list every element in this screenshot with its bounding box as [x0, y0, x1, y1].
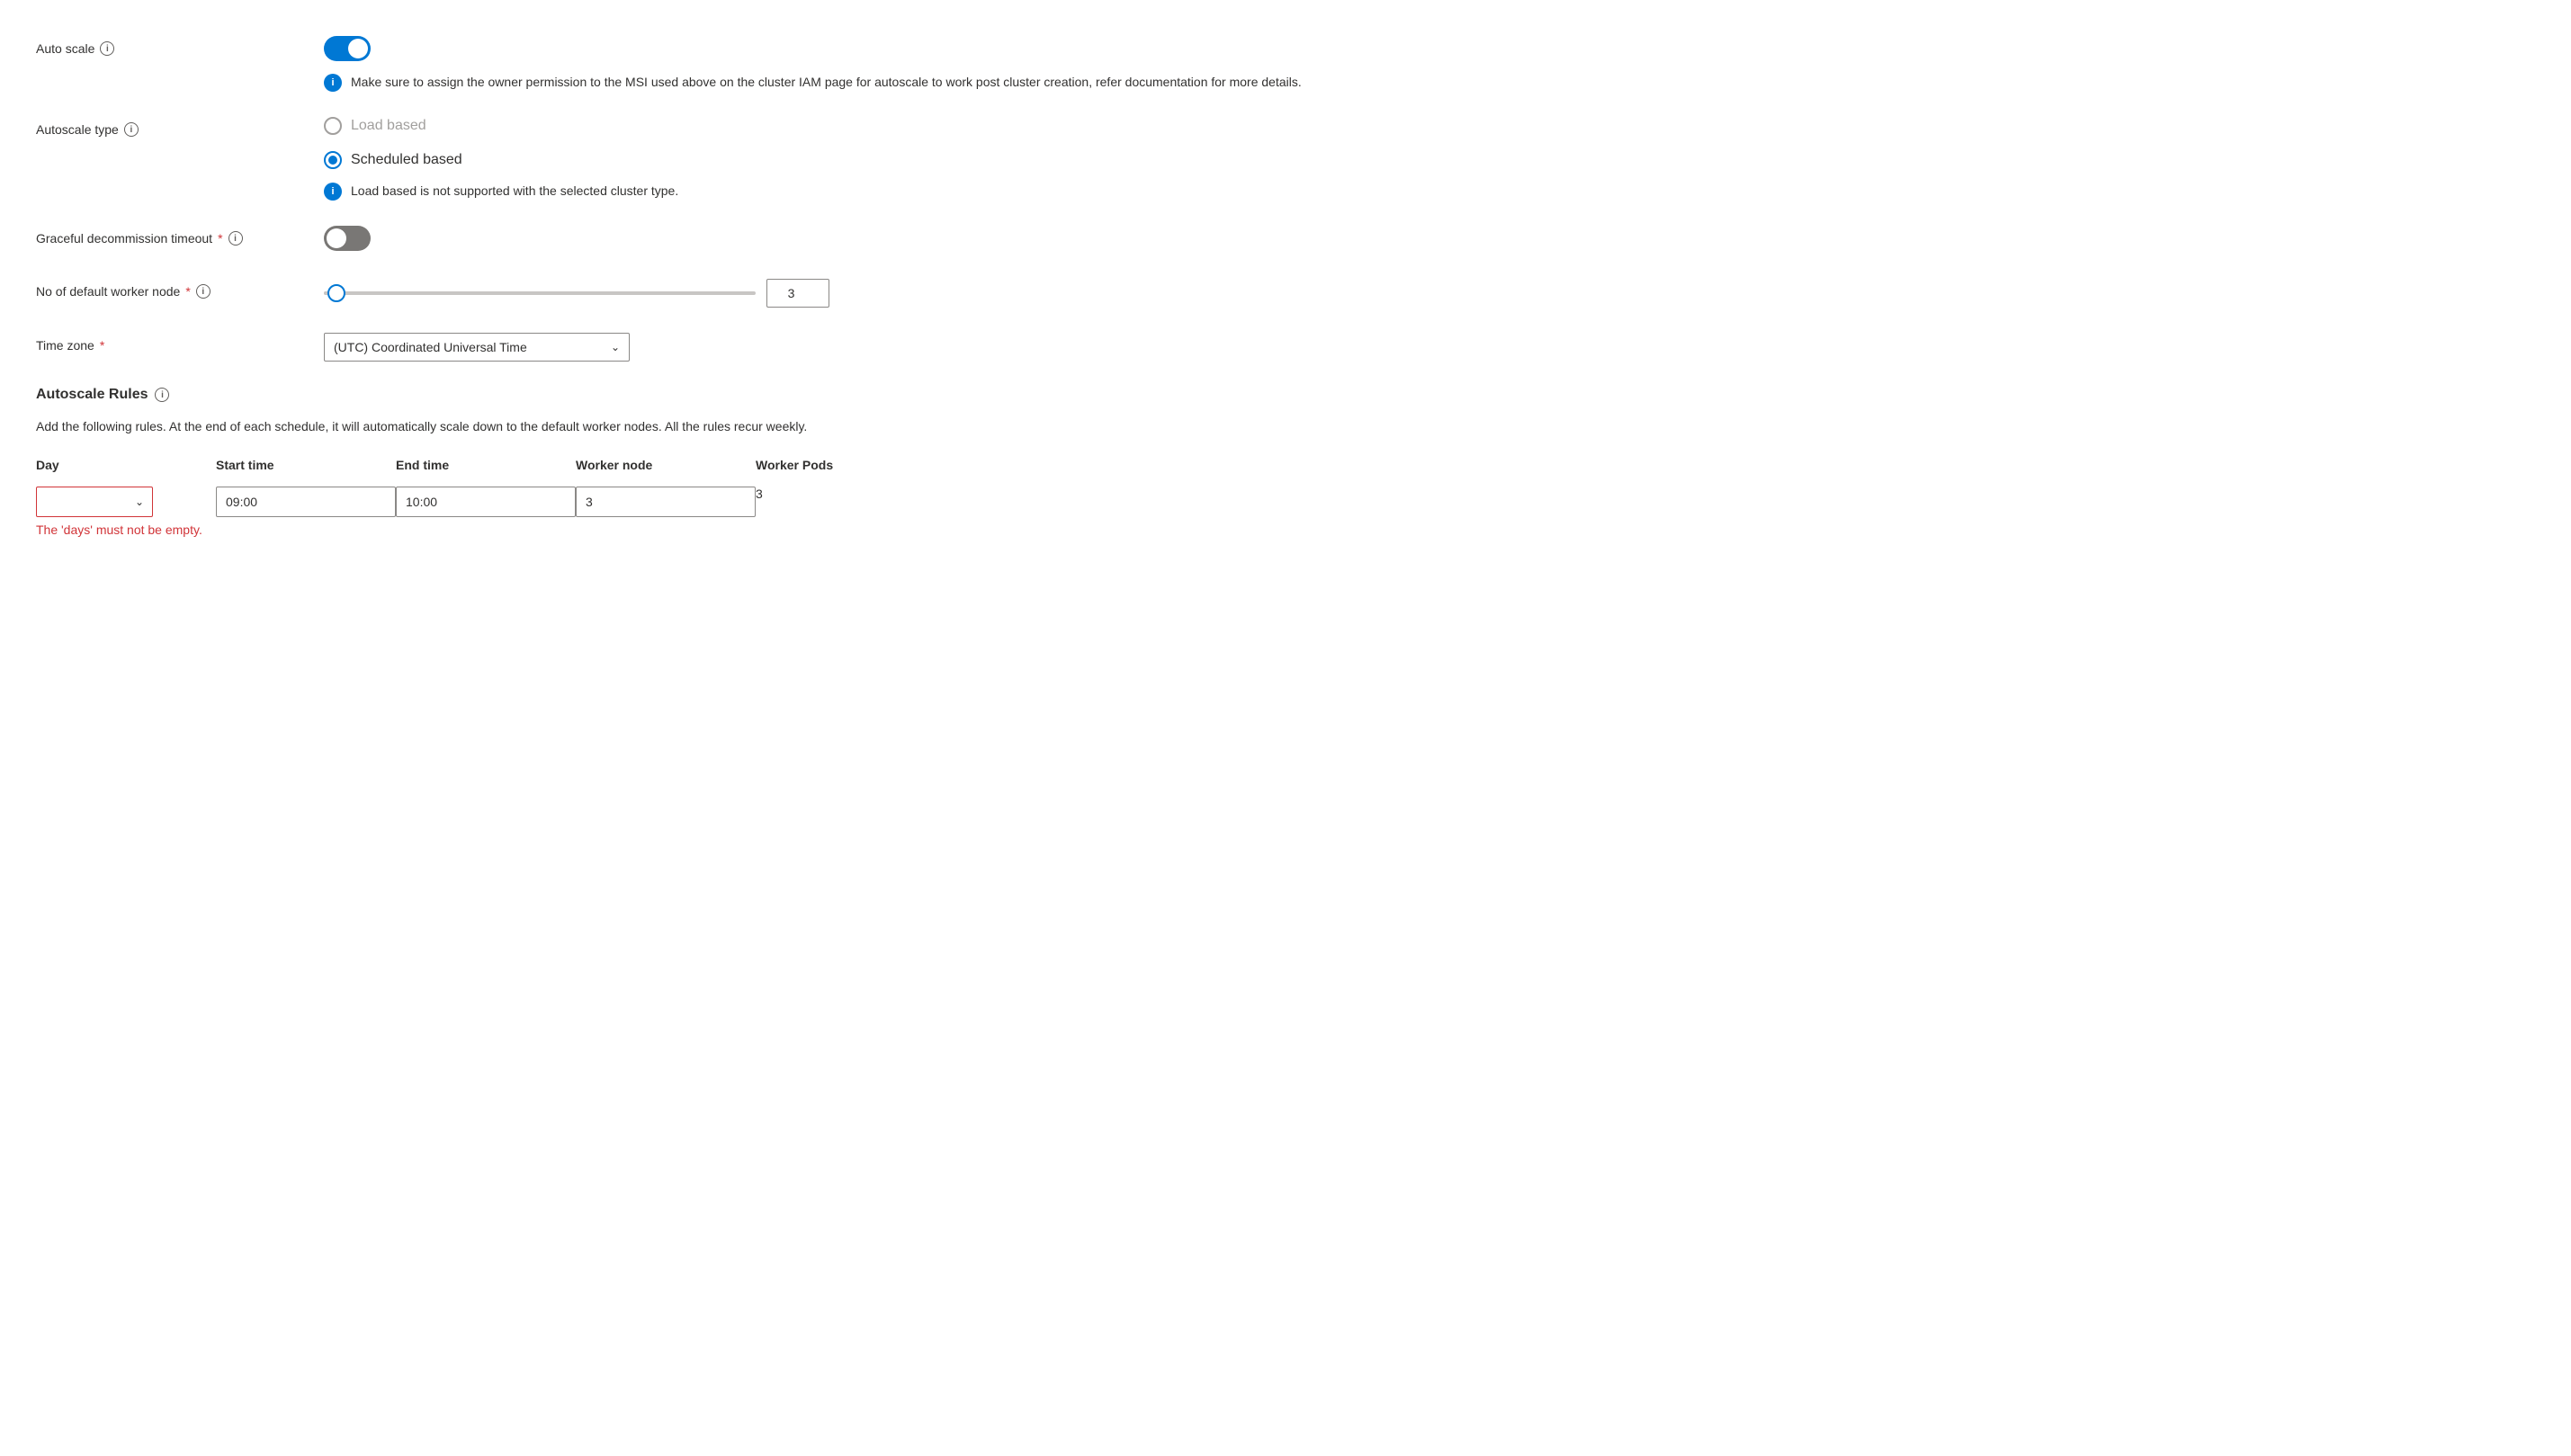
time-zone-dropdown[interactable]: (UTC) Coordinated Universal Time ⌄: [324, 333, 630, 362]
col-header-worker-pods: Worker Pods: [756, 458, 891, 479]
radio-scheduled-based-label: Scheduled based: [351, 152, 462, 168]
radio-scheduled-based-outer: [324, 151, 342, 169]
time-zone-value: (UTC) Coordinated Universal Time: [334, 340, 527, 354]
radio-scheduled-based-inner: [328, 156, 337, 165]
default-worker-node-label: No of default worker node * i: [36, 279, 324, 299]
autoscale-row: Auto scale i i Make sure to assign the o…: [36, 36, 2535, 92]
time-zone-label-text: Time zone: [36, 338, 94, 353]
start-time-cell: [216, 479, 396, 544]
autoscale-info-box: i Make sure to assign the owner permissi…: [324, 73, 2535, 92]
graceful-decommission-label-text: Graceful decommission timeout: [36, 231, 212, 246]
day-error-text: The 'days' must not be empty.: [36, 523, 216, 537]
autoscale-rules-table-body: Monday Tuesday Wednesday Thursday Friday…: [36, 479, 891, 544]
time-zone-chevron-icon: ⌄: [611, 341, 620, 353]
autoscale-toggle-track: [324, 36, 371, 61]
autoscale-type-label: Autoscale type i: [36, 117, 324, 137]
col-header-worker-node: Worker node: [576, 458, 756, 479]
autoscale-type-warning-icon: i: [324, 183, 342, 201]
col-header-end-time: End time: [396, 458, 576, 479]
time-zone-row: Time zone * (UTC) Coordinated Universal …: [36, 333, 2535, 362]
autoscale-control: i Make sure to assign the owner permissi…: [324, 36, 2535, 92]
autoscale-info-circle-icon: i: [324, 74, 342, 92]
autoscale-rules-heading-text: Autoscale Rules: [36, 387, 148, 403]
worker-node-input[interactable]: [766, 279, 829, 308]
autoscale-rules-description: Add the following rules. At the end of e…: [36, 417, 891, 436]
graceful-decommission-label: Graceful decommission timeout * i: [36, 226, 324, 246]
worker-pods-cell: 3: [756, 479, 891, 544]
worker-node-table-input[interactable]: [576, 487, 756, 517]
radio-load-based-outer: [324, 117, 342, 135]
default-worker-node-label-text: No of default worker node: [36, 284, 180, 299]
graceful-decommission-control: [324, 226, 2535, 254]
worker-pods-value: 3: [756, 479, 763, 501]
autoscale-toggle-thumb: [348, 39, 368, 58]
worker-node-slider-thumb[interactable]: [327, 284, 345, 302]
radio-scheduled-based[interactable]: Scheduled based: [324, 151, 2535, 169]
radio-load-based[interactable]: Load based: [324, 117, 2535, 135]
autoscale-type-info-icon[interactable]: i: [124, 122, 139, 137]
default-worker-node-control: [324, 279, 2535, 308]
worker-node-slider-track[interactable]: [324, 291, 756, 295]
day-select[interactable]: Monday Tuesday Wednesday Thursday Friday…: [36, 487, 153, 517]
default-worker-node-row: No of default worker node * i: [36, 279, 2535, 308]
radio-load-based-label: Load based: [351, 118, 426, 134]
autoscale-rules-section: Autoscale Rules i Add the following rule…: [36, 387, 2535, 544]
end-time-input[interactable]: [396, 487, 576, 517]
autoscale-type-control: Load based Scheduled based i Load based …: [324, 117, 2535, 201]
autoscale-type-warning: i Load based is not supported with the s…: [324, 182, 2535, 201]
time-zone-label: Time zone *: [36, 333, 324, 353]
end-time-cell: [396, 479, 576, 544]
graceful-decommission-toggle-track: [324, 226, 371, 251]
autoscale-rules-table-header: Day Start time End time Worker node Work…: [36, 458, 891, 479]
autoscale-type-label-text: Autoscale type: [36, 122, 119, 137]
graceful-decommission-toggle[interactable]: [324, 226, 371, 251]
autoscale-rules-heading: Autoscale Rules i: [36, 387, 2535, 403]
time-zone-control: (UTC) Coordinated Universal Time ⌄: [324, 333, 2535, 362]
col-header-start-time: Start time: [216, 458, 396, 479]
autoscale-type-row: Autoscale type i Load based Scheduled ba…: [36, 117, 2535, 201]
graceful-decommission-toggle-thumb: [327, 228, 346, 248]
autoscale-toggle[interactable]: [324, 36, 371, 61]
worker-node-cell: [576, 479, 756, 544]
autoscale-label-text: Auto scale: [36, 41, 94, 56]
autoscale-rules-info-icon[interactable]: i: [155, 388, 169, 402]
day-cell: Monday Tuesday Wednesday Thursday Friday…: [36, 479, 216, 544]
autoscale-label: Auto scale i: [36, 36, 324, 56]
autoscale-type-radio-group: Load based Scheduled based: [324, 117, 2535, 169]
graceful-decommission-info-icon[interactable]: i: [228, 231, 243, 246]
col-header-day: Day: [36, 458, 216, 479]
graceful-decommission-row: Graceful decommission timeout * i: [36, 226, 2535, 254]
autoscale-type-warning-text: Load based is not supported with the sel…: [351, 182, 678, 201]
autoscale-rules-table: Day Start time End time Worker node Work…: [36, 458, 891, 544]
autoscale-info-text: Make sure to assign the owner permission…: [351, 73, 1302, 92]
default-worker-node-info-icon[interactable]: i: [196, 284, 211, 299]
autoscale-info-icon[interactable]: i: [100, 41, 114, 56]
worker-node-slider-container: [324, 279, 2535, 308]
start-time-input[interactable]: [216, 487, 396, 517]
day-select-wrapper: Monday Tuesday Wednesday Thursday Friday…: [36, 487, 153, 517]
table-row: Monday Tuesday Wednesday Thursday Friday…: [36, 479, 891, 544]
